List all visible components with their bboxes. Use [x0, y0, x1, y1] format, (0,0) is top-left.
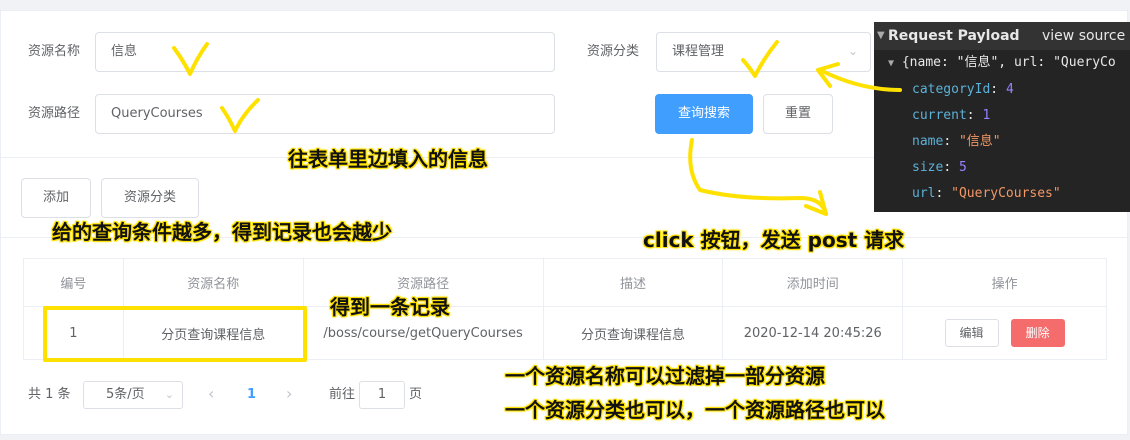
check-mark-icon — [220, 98, 260, 133]
annotation-more-conditions: 给的查询条件越多，得到记录也会越少 — [52, 220, 392, 244]
check-mark-icon — [741, 40, 779, 78]
highlight-box — [43, 306, 307, 362]
arrow-icon — [688, 138, 828, 216]
annotation-one-record: 得到一条记录 — [330, 295, 450, 319]
annotation-fill-form: 往表单里边填入的信息 — [288, 147, 488, 171]
arrow-icon — [816, 62, 902, 92]
annotation-filter-name: 一个资源名称可以过滤掉一部分资源 — [505, 364, 825, 388]
annotation-click-button: click 按钮，发送 post 请求 — [643, 228, 905, 252]
check-mark-icon — [172, 42, 209, 76]
annotation-filter-other: 一个资源分类也可以，一个资源路径也可以 — [505, 398, 885, 422]
